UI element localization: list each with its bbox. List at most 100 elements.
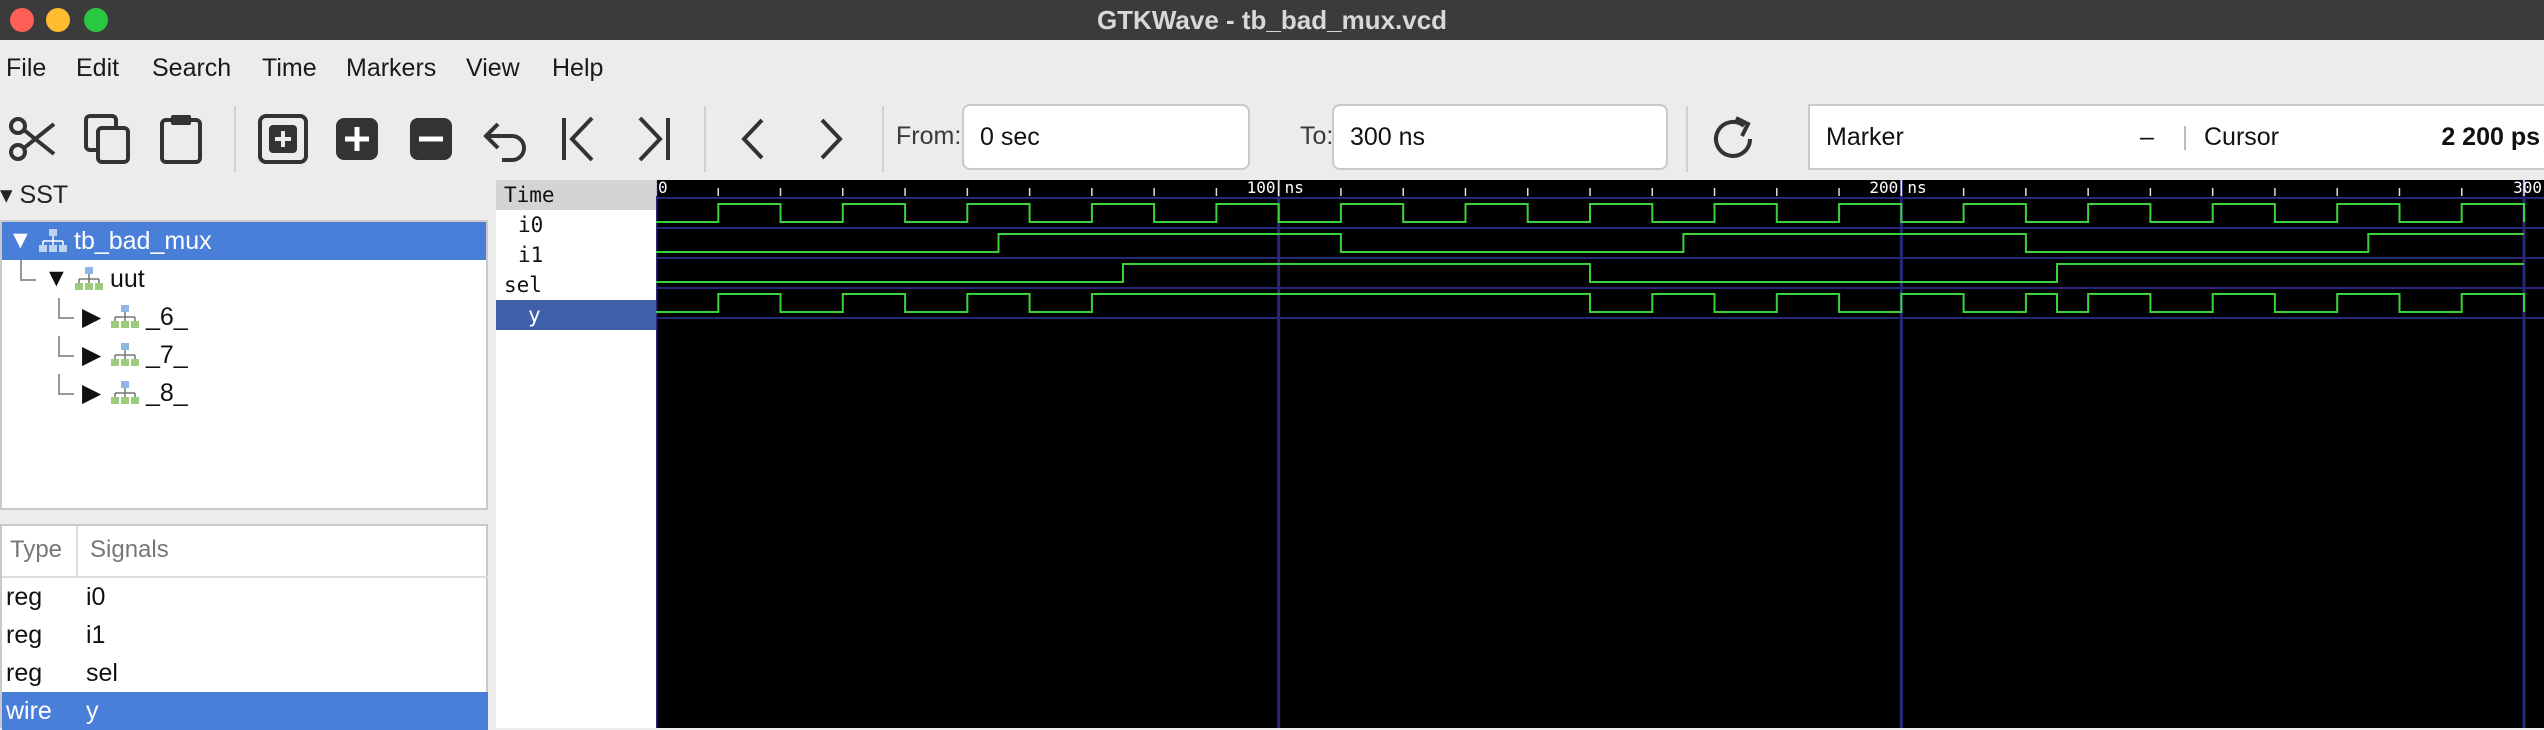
menu-view[interactable]: View xyxy=(466,54,520,83)
expand-triangle-icon[interactable]: ▶ xyxy=(82,340,101,370)
signal-type: reg xyxy=(6,621,43,649)
tick-label: 0 xyxy=(658,180,668,197)
menu-help[interactable]: Help xyxy=(552,54,603,83)
toolbar-separator xyxy=(882,106,884,172)
signals-table: Type Signals reg i0 reg i1 reg sel wire … xyxy=(0,524,488,730)
expand-triangle-icon[interactable]: ▶ xyxy=(82,378,101,408)
from-time-input[interactable]: 0 sec xyxy=(962,104,1250,170)
module-icon xyxy=(111,343,139,366)
tick-label: 200 xyxy=(1869,180,1898,197)
module-icon xyxy=(39,229,67,252)
signals-table-header: Type Signals xyxy=(2,526,488,578)
waveform-i0 xyxy=(656,203,2525,223)
time-ruler xyxy=(656,180,2544,196)
tree-connector xyxy=(58,336,60,356)
tree-item-8[interactable]: ▶ _8_ xyxy=(2,374,486,412)
zoom-out-icon[interactable] xyxy=(404,112,458,166)
tick-label: 100 xyxy=(1247,180,1276,197)
toolbar-separator xyxy=(234,106,236,172)
tree-item-7[interactable]: ▶ _7_ xyxy=(2,336,486,374)
zoom-fit-icon[interactable] xyxy=(256,112,310,166)
signal-name: i1 xyxy=(86,621,106,649)
wave-name-row[interactable]: i0 xyxy=(496,210,656,240)
collapse-triangle-icon[interactable]: ▾ xyxy=(0,181,13,209)
tick-label: 300 xyxy=(2513,180,2542,197)
toolbar: From: 0 sec To: 300 ns Marker – Cursor 2… xyxy=(0,98,2544,180)
collapse-triangle-icon[interactable]: ▼ xyxy=(44,264,69,293)
module-icon xyxy=(111,305,139,328)
wave-name-row[interactable]: sel xyxy=(496,270,656,300)
menu-edit[interactable]: Edit xyxy=(76,54,119,83)
expand-triangle-icon[interactable]: ▶ xyxy=(82,302,101,332)
menu-time[interactable]: Time xyxy=(262,54,317,83)
signal-type: wire xyxy=(6,697,52,725)
signal-row-selected[interactable]: wire y xyxy=(2,692,488,730)
tree-connector xyxy=(58,393,74,395)
wave-name-row-selected[interactable]: y xyxy=(496,300,656,330)
tree-item-label: _7_ xyxy=(146,341,188,369)
tree-connector xyxy=(58,298,60,318)
time-header: Time xyxy=(496,180,656,210)
cut-icon[interactable] xyxy=(6,112,60,166)
signal-type: reg xyxy=(6,583,43,611)
marker-cursor-display: Marker – Cursor 2 200 ps xyxy=(1808,104,2544,170)
hierarchy-tree: ▼ tb_bad_mux ▼ uut ▶ _6_ ▶ _7_ ▶ _8_ xyxy=(0,220,488,510)
tree-connector xyxy=(58,355,74,357)
undo-zoom-icon[interactable] xyxy=(478,112,532,166)
tree-item-label: uut xyxy=(110,265,145,293)
signal-type: reg xyxy=(6,659,43,687)
signal-name: y xyxy=(86,697,99,725)
waveform-canvas[interactable]: 0 100 ns 200 ns 300 xyxy=(656,180,2544,728)
column-header-signals[interactable]: Signals xyxy=(90,536,169,564)
paste-icon[interactable] xyxy=(154,112,208,166)
sst-header[interactable]: ▾ SST xyxy=(0,180,68,210)
wave-name-row[interactable]: i1 xyxy=(496,240,656,270)
tree-item-uut[interactable]: ▼ uut xyxy=(2,260,486,298)
waveform-i1 xyxy=(656,233,2524,253)
menu-search[interactable]: Search xyxy=(152,54,231,83)
signal-name: i0 xyxy=(86,583,106,611)
toolbar-separator xyxy=(704,106,706,172)
tick-label-unit: ns xyxy=(1907,180,1926,197)
tree-item-tb-bad-mux[interactable]: ▼ tb_bad_mux xyxy=(2,222,486,260)
tree-item-6[interactable]: ▶ _6_ xyxy=(2,298,486,336)
tree-item-label: _6_ xyxy=(146,303,188,331)
tree-item-label: tb_bad_mux xyxy=(74,227,212,255)
column-divider xyxy=(76,526,78,576)
wave-signal-names: Time i0 i1 sel y xyxy=(496,180,656,728)
go-to-start-icon[interactable] xyxy=(552,112,606,166)
signal-row[interactable]: reg sel xyxy=(2,654,488,692)
tree-connector xyxy=(20,260,22,280)
copy-icon[interactable] xyxy=(80,112,134,166)
tree-connector xyxy=(58,317,74,319)
signal-name: sel xyxy=(86,659,118,687)
marker-divider xyxy=(2184,126,2186,150)
tree-connector xyxy=(20,279,36,281)
menu-bar: File Edit Search Time Markers View Help xyxy=(0,40,2544,98)
tree-connector xyxy=(58,374,60,394)
signal-row[interactable]: reg i1 xyxy=(2,616,488,654)
marker-value: – xyxy=(2140,123,2154,151)
cursor-value: 2 200 ps xyxy=(2441,123,2540,151)
menu-markers[interactable]: Markers xyxy=(346,54,436,83)
collapse-triangle-icon[interactable]: ▼ xyxy=(8,226,33,255)
module-icon xyxy=(111,381,139,404)
waveform-sel xyxy=(656,263,2524,283)
cursor-label: Cursor xyxy=(2204,123,2280,151)
to-label: To: xyxy=(1300,122,1334,150)
chevron-right-icon[interactable] xyxy=(802,112,856,166)
module-icon xyxy=(75,267,103,290)
sst-label: SST xyxy=(19,181,69,209)
signal-row[interactable]: reg i0 xyxy=(2,578,488,616)
marker-label: Marker xyxy=(1826,123,1904,151)
waveform-view[interactable]: 0 100 ns 200 ns 300 xyxy=(656,180,2544,728)
go-to-end-icon[interactable] xyxy=(626,112,680,166)
zoom-in-icon[interactable] xyxy=(330,112,384,166)
window-title: GTKWave - tb_bad_mux.vcd xyxy=(1096,5,1448,35)
toolbar-separator xyxy=(1686,106,1688,172)
reload-icon[interactable] xyxy=(1706,112,1760,166)
to-time-input[interactable]: 300 ns xyxy=(1332,104,1668,170)
chevron-left-icon[interactable] xyxy=(728,112,782,166)
menu-file[interactable]: File xyxy=(6,54,46,83)
column-header-type[interactable]: Type xyxy=(10,536,62,564)
